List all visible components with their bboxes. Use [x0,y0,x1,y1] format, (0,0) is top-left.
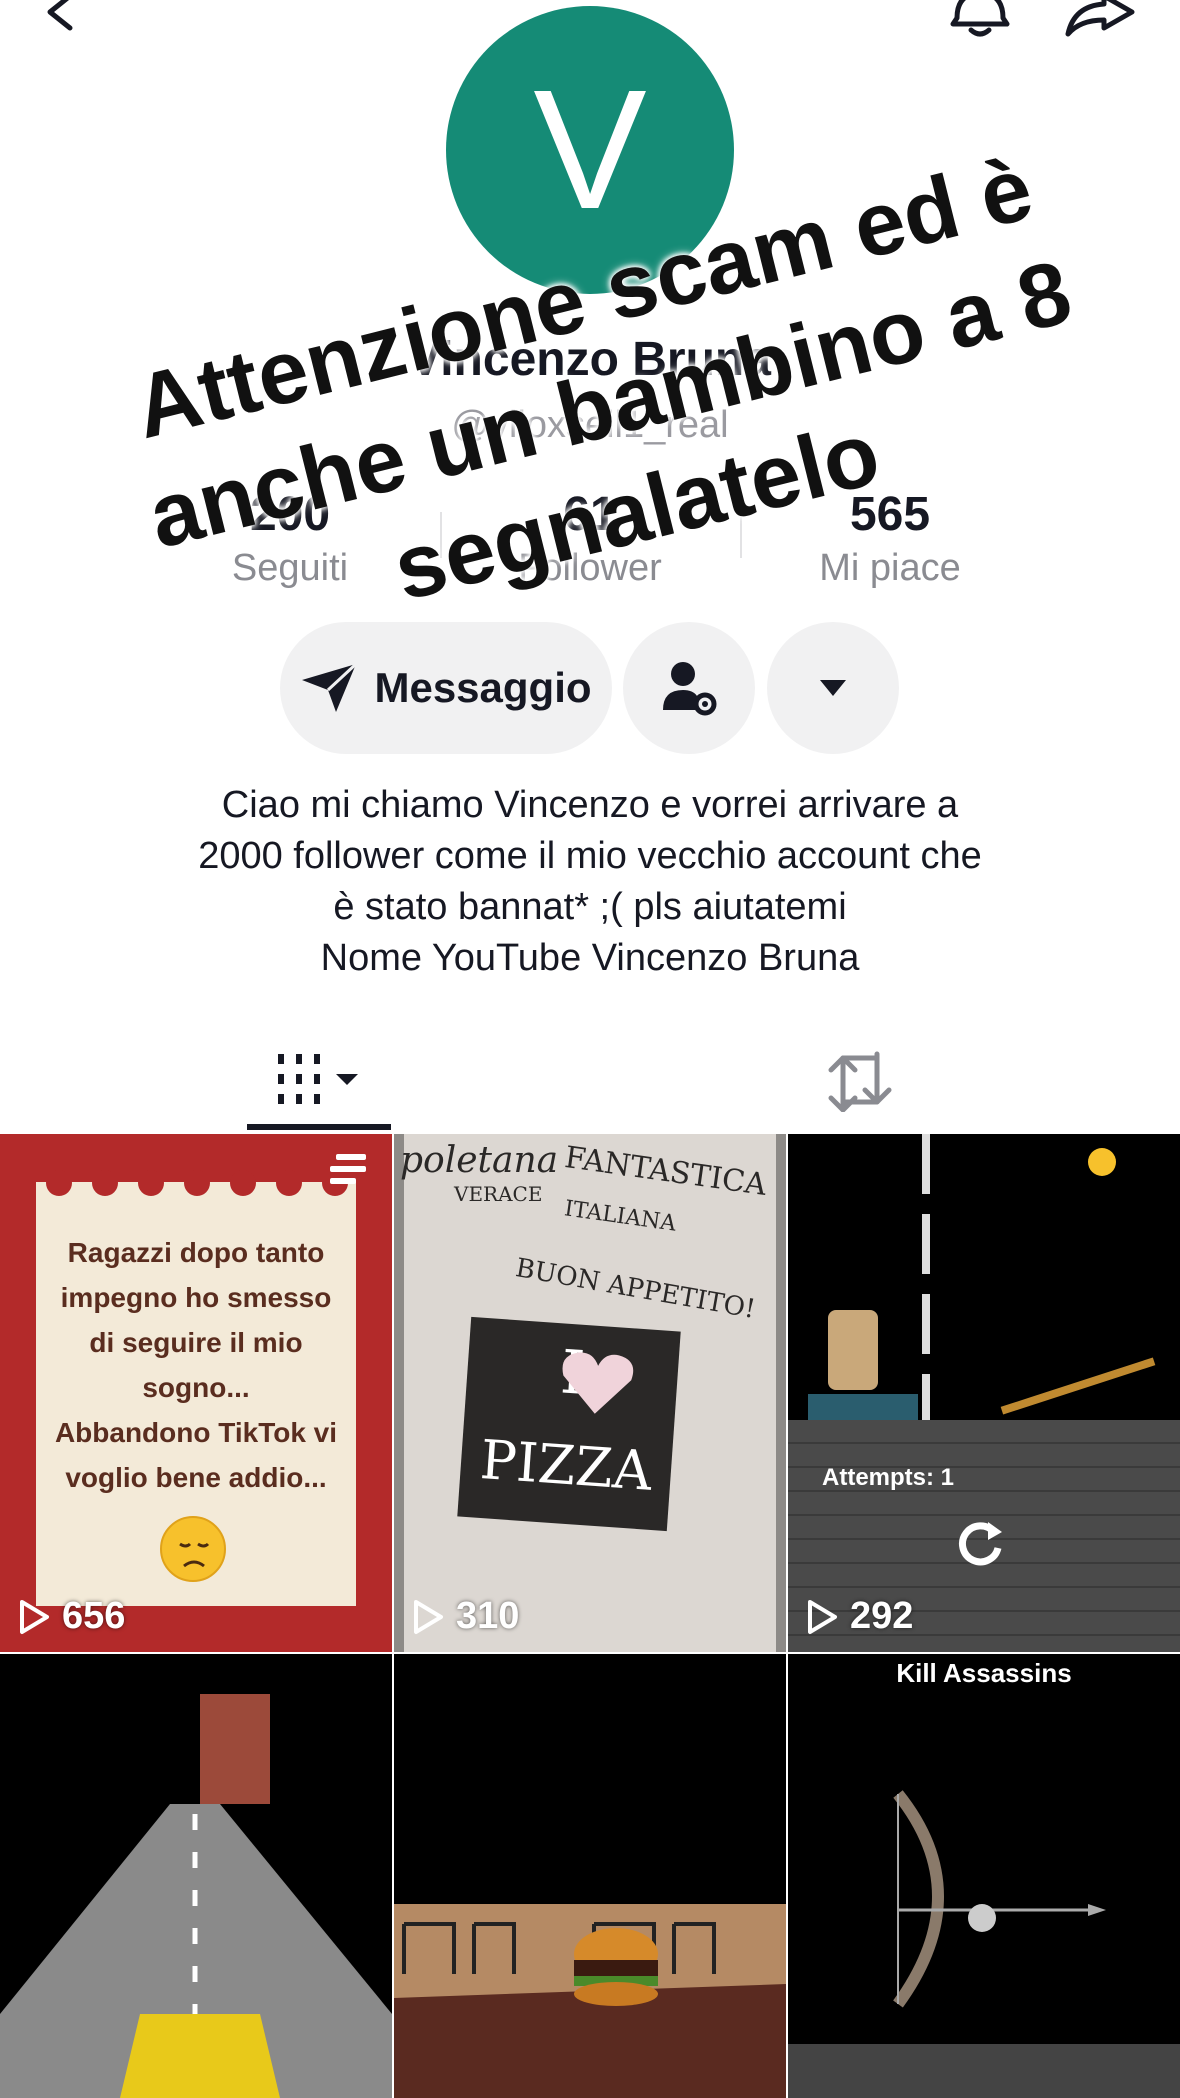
play-icon [414,1599,443,1634]
share-icon[interactable] [1060,0,1140,50]
message-button-label: Messaggio [374,664,592,711]
road-image [0,1694,392,2098]
scribble-text: poletana [400,1140,559,1181]
bow-arrow-image [788,1790,1180,2098]
attempts-label: Attempts: 1 [822,1464,955,1491]
bell-icon[interactable] [945,0,1015,50]
restart-icon [959,1522,1002,1566]
notepad-hole [138,1170,164,1196]
follow-settings-button[interactable] [623,622,755,754]
video-tile[interactable]: poletana VERACE FANTASTICA ITALIANA BUON… [394,1134,786,1652]
repost-icon [828,1051,892,1112]
back-arrow-icon[interactable] [40,0,90,50]
heart-icon [562,1352,634,1414]
stat-likes-label: Mi piace [819,547,961,589]
pizza-card-text: PIZZA [478,1427,654,1503]
view-count: 310 [412,1595,519,1638]
scribble-text: VERACE [454,1182,543,1206]
emoji-icon [1088,1148,1116,1176]
profile-bio: Ciao mi chiamo Vincenzo e vorrei arrivar… [198,784,982,979]
platform [808,1394,918,1420]
dashed-line-graphic [922,1134,930,1424]
view-count-value: 292 [850,1595,914,1637]
i-love-pizza-card: I PIZZA [457,1316,681,1532]
notepad-hole [92,1170,118,1196]
play-icon [808,1599,837,1634]
video-tile[interactable]: Kill Assassins [788,1654,1180,2098]
video-tile[interactable] [0,1654,392,2098]
notepad-hole [184,1170,210,1196]
active-tab-indicator [247,1124,391,1130]
view-count: 292 [806,1595,913,1638]
notepad-hole [276,1170,302,1196]
view-count: 656 [18,1595,125,1638]
text-post-icon [330,1154,366,1184]
burger-scene-image [394,1904,786,2098]
view-count-value: 656 [62,1595,126,1637]
video-tile[interactable]: Ragazzi dopo tanto impegno ho smesso di … [0,1134,392,1652]
tab-reposts[interactable] [800,1030,920,1130]
notepad-hole [230,1170,256,1196]
seesaw [1000,1357,1156,1415]
video-tile[interactable]: Attempts: 1 292 [788,1134,1180,1652]
notepad-hole [46,1170,72,1196]
send-icon [302,662,358,712]
tab-videos[interactable] [247,1030,391,1130]
person-gear-icon [663,662,717,716]
play-icon [20,1599,49,1634]
video-grid: Ragazzi dopo tanto impegno ho smesso di … [0,1134,1180,2098]
avatar-letter: V [533,55,647,245]
more-options-button[interactable] [767,622,899,754]
character-figure [828,1310,878,1390]
sad-face-icon [160,1516,226,1582]
grid-icon [278,1054,358,1104]
view-count-value: 310 [456,1595,520,1637]
video-caption: Ragazzi dopo tanto impegno ho smesso di … [54,1237,338,1493]
video-tile[interactable] [394,1654,786,2098]
caret-down-icon [820,680,846,696]
